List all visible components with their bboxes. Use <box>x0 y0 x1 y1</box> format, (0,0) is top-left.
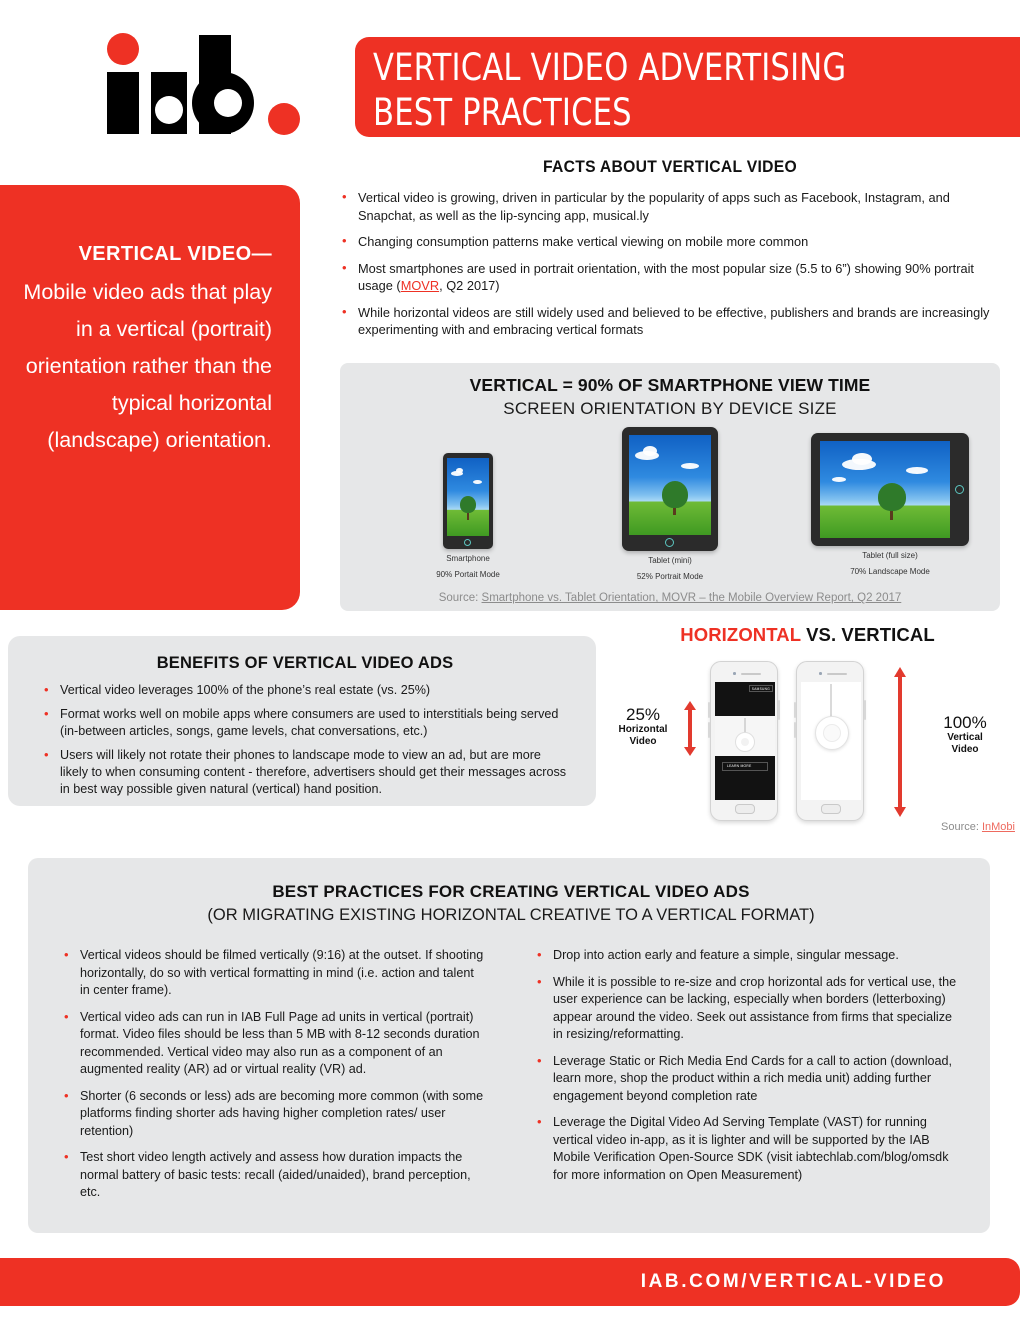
definition-panel: VERTICAL VIDEO— Mobile video ads that pl… <box>0 185 300 610</box>
footer-bar: IAB.COM/VERTICAL-VIDEO <box>0 1258 1020 1306</box>
benefits-item: Users will likely not rotate their phone… <box>42 746 568 798</box>
best-practices-item: Leverage Static or Rich Media End Cards … <box>535 1052 960 1106</box>
movr-link[interactable]: MOVR <box>401 278 439 293</box>
tablet-mini-caption-name: Tablet (mini) <box>648 556 692 565</box>
best-practices-panel: BEST PRACTICES FOR CREATING VERTICAL VID… <box>28 858 990 1233</box>
benefits-item: Format works well on mobile apps where c… <box>42 705 568 740</box>
tablet-full-caption-name: Tablet (full size) <box>862 551 918 560</box>
smartphone-home-button <box>464 539 471 546</box>
best-practices-subheading: (OR MIGRATING EXISTING HORIZONTAL CREATI… <box>207 906 815 924</box>
best-practices-item: Drop into action early and feature a sim… <box>535 946 960 965</box>
device-tablet-mini: Tablet (mini) 52% Portrait Mode <box>595 427 745 582</box>
vertical-label-1: Vertical <box>947 732 983 743</box>
orientation-source-prefix: Source: <box>438 592 482 604</box>
header-title-line-1: VERTICAL VIDEO ADVERTISING <box>373 46 847 89</box>
phone-cta-label: LEARN MORE <box>727 764 752 768</box>
comparison-heading-red: HORIZONTAL <box>680 624 801 645</box>
phone-home-button <box>735 804 755 814</box>
footer-url[interactable]: IAB.COM/VERTICAL-VIDEO <box>641 1271 946 1293</box>
orientation-heading: VERTICAL = 90% OF SMARTPHONE VIEW TIME <box>469 375 871 395</box>
orientation-source: Source: Smartphone vs. Tablet Orientatio… <box>340 592 1000 604</box>
tablet-mini-caption-stat: 52% Portrait Mode <box>636 571 704 581</box>
comparison-section: HORIZONTAL VS. VERTICAL 25% Horizontal V… <box>600 624 1015 839</box>
benefits-list: Vertical video leverages 100% of the pho… <box>42 681 568 798</box>
vertical-percent: 100% <box>943 713 987 732</box>
device-row: Smartphone 90% Portait Mode Tablet (mini… <box>340 425 1000 581</box>
best-practices-item: Shorter (6 seconds or less) ads are beco… <box>62 1087 487 1141</box>
comparison-heading: HORIZONTAL VS. VERTICAL <box>600 624 1015 646</box>
best-practices-right-column: Drop into action early and feature a sim… <box>535 946 960 1211</box>
header-title-bar: VERTICAL VIDEO ADVERTISING BEST PRACTICE… <box>355 37 1020 137</box>
phone-home-button <box>821 804 841 814</box>
comparison-heading-rest: VS. VERTICAL <box>800 624 935 645</box>
tablet-mini-frame <box>622 427 718 551</box>
phone-vertical-display <box>801 682 861 800</box>
best-practices-heading: BEST PRACTICES FOR CREATING VERTICAL VID… <box>272 882 750 901</box>
horizontal-label-1: Horizontal <box>618 724 668 735</box>
benefits-heading: BENEFITS OF VERTICAL VIDEO ADS <box>156 654 454 672</box>
horizontal-measure-arrow <box>684 701 696 756</box>
best-practices-right-list: Drop into action early and feature a sim… <box>535 946 960 1184</box>
vertical-label-2: Video <box>951 744 979 755</box>
landscape-scene <box>629 435 711 535</box>
orientation-panel: VERTICAL = 90% OF SMARTPHONE VIEW TIME S… <box>340 363 1000 611</box>
best-practices-item: Vertical videos should be filmed vertica… <box>62 946 487 1000</box>
orientation-source-link[interactable]: Smartphone vs. Tablet Orientation, MOVR … <box>482 592 902 604</box>
facts-item: Changing consumption patterns make verti… <box>340 232 1000 251</box>
phone-horizontal-video: SAMSUNG LEARN MORE <box>708 661 780 821</box>
phone-vertical-video <box>794 661 866 821</box>
comparison-source: Source: InMobi <box>941 821 1015 833</box>
inmobi-link[interactable]: InMobi <box>982 821 1015 833</box>
tablet-mini-screen <box>629 435 711 535</box>
iab-logo <box>95 32 330 137</box>
benefits-panel: BENEFITS OF VERTICAL VIDEO ADS Vertical … <box>8 636 596 806</box>
facts-item: Vertical video is growing, driven in par… <box>340 188 1000 224</box>
vertical-measure-arrow <box>894 667 906 817</box>
benefits-item: Vertical video leverages 100% of the pho… <box>42 681 568 699</box>
horizontal-percent: 25% <box>625 705 661 724</box>
best-practices-left-list: Vertical videos should be filmed vertica… <box>62 946 487 1202</box>
facts-item-with-link: Most smartphones are used in portrait or… <box>340 259 1000 295</box>
definition-body: Mobile video ads that play in a vertical… <box>23 280 272 452</box>
comparison-stage: 25% Horizontal Video SAMSUNG LEARN MORE … <box>600 653 1015 833</box>
comparison-source-prefix: Source: <box>941 821 982 833</box>
facts-item: While horizontal videos are still widely… <box>340 303 1000 339</box>
tablet-full-screen <box>820 441 950 538</box>
device-smartphone: Smartphone 90% Portait Mode <box>398 453 538 580</box>
best-practices-item: While it is possible to re-size and crop… <box>535 973 960 1044</box>
tablet-full-caption-stat: 70% Landscape Mode <box>850 566 930 576</box>
best-practices-item: Vertical video ads can run in IAB Full P… <box>62 1008 487 1079</box>
smartphone-caption-name: Smartphone <box>446 554 490 563</box>
phone-horizontal-display: SAMSUNG LEARN MORE <box>715 682 775 800</box>
facts-list: Vertical video is growing, driven in par… <box>340 188 1000 339</box>
tablet-full-frame <box>811 433 969 546</box>
facts-heading: FACTS ABOUT VERTICAL VIDEO <box>543 158 797 176</box>
landscape-scene <box>820 441 950 538</box>
phone-brand-badge: SAMSUNG <box>748 685 773 692</box>
orientation-subheading: SCREEN ORIENTATION BY DEVICE SIZE <box>503 399 837 418</box>
best-practices-item: Test short video length actively and ass… <box>62 1148 487 1202</box>
smartphone-frame <box>443 453 493 549</box>
header-title-line-2: BEST PRACTICES <box>373 91 632 134</box>
best-practices-left-column: Vertical videos should be filmed vertica… <box>62 946 487 1211</box>
definition-heading: VERTICAL VIDEO— <box>78 243 272 265</box>
best-practices-columns: Vertical videos should be filmed vertica… <box>62 946 960 1211</box>
smartphone-caption-stat: 90% Portait Mode <box>436 569 500 579</box>
horizontal-stat: 25% Horizontal Video <box>606 705 680 748</box>
horizontal-label-2: Video <box>629 736 657 747</box>
device-tablet-full: Tablet (full size) 70% Landscape Mode <box>790 433 990 577</box>
landscape-scene <box>447 458 489 536</box>
infographic-page: VERTICAL VIDEO ADVERTISING BEST PRACTICE… <box>0 0 1020 1320</box>
smartphone-screen <box>447 458 489 536</box>
tablet-full-home-button <box>955 485 964 494</box>
tablet-mini-home-button <box>665 538 674 547</box>
facts-item-text-post: , Q2 2017) <box>439 278 500 293</box>
best-practices-item: Leverage the Digital Video Ad Serving Te… <box>535 1113 960 1184</box>
facts-section: FACTS ABOUT VERTICAL VIDEO Vertical vide… <box>340 158 1000 348</box>
vertical-stat: 100% Vertical Video <box>920 713 1010 756</box>
